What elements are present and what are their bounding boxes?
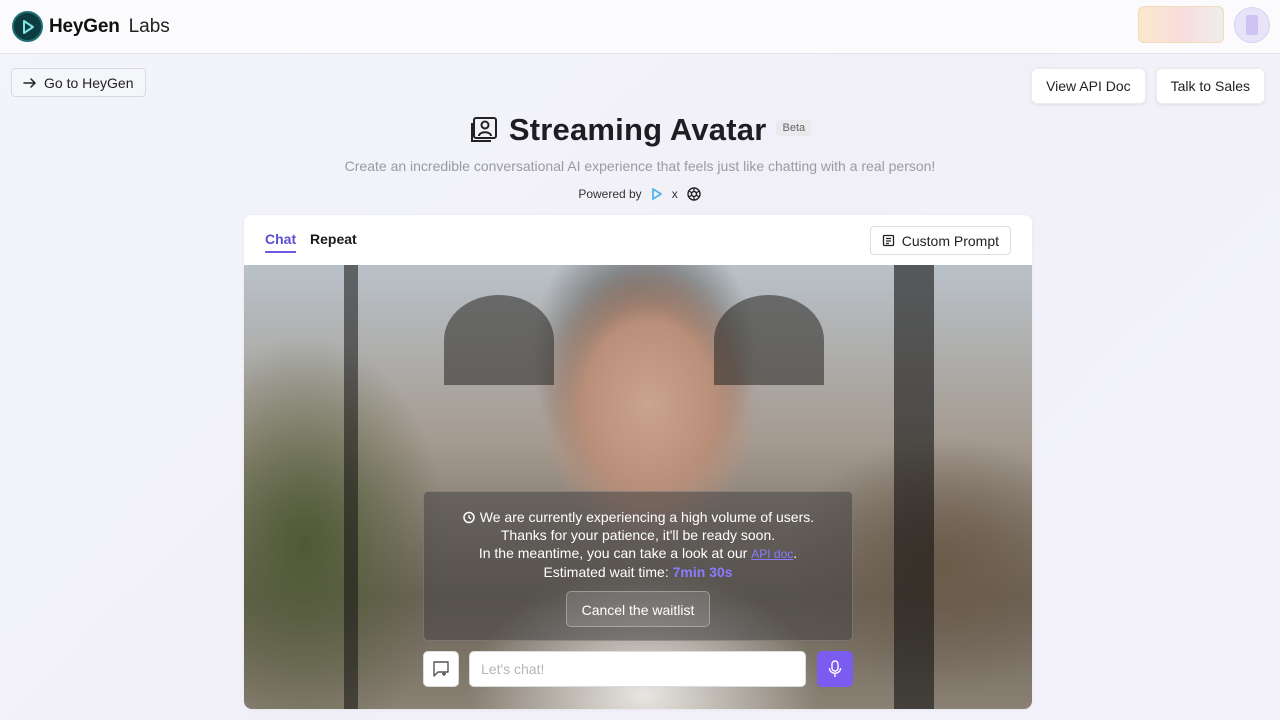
chat-input[interactable] [469,651,806,687]
powered-by: Powered by x [0,186,1280,202]
times-label: x [671,187,678,201]
microphone-button[interactable] [817,651,853,687]
streaming-card: Chat Repeat Custom Prompt We are current… [244,215,1032,709]
waitlist-line-1-text: We are currently experiencing a high vol… [479,509,815,525]
talk-to-sales-button[interactable]: Talk to Sales [1155,68,1265,104]
custom-prompt-label: Custom Prompt [901,232,999,249]
user-avatar-image [1246,14,1258,35]
api-doc-link[interactable]: API doc [751,547,793,561]
tab-repeat[interactable]: Repeat [310,231,357,247]
new-chat-button[interactable] [423,651,459,687]
alarm-icon [463,511,475,524]
beta-badge: Beta [776,120,812,136]
go-to-heygen-label: Go to HeyGen [44,74,134,91]
waitlist-line-3-post: . [793,545,798,561]
openai-icon [686,187,701,201]
user-avatar[interactable] [1234,6,1270,43]
heygen-mini-icon [651,188,662,200]
credits-pill[interactable] [1138,6,1224,43]
wait-time-value: 7min 30s [672,564,733,580]
card-header: Chat Repeat Custom Prompt [244,215,1032,265]
wait-time-line: Estimated wait time: 7min 30s [424,563,852,581]
powered-by-label: Powered by [578,187,642,201]
top-bar: HeyGen Labs [0,0,1280,54]
page-title: Streaming Avatar [508,112,767,147]
chat-controls [423,651,853,687]
go-to-heygen-button[interactable]: Go to HeyGen [11,68,146,97]
page-subtitle: Create an incredible conversational AI e… [344,158,936,174]
background-pillar [344,265,358,709]
wait-time-label: Estimated wait time: [543,564,673,580]
waitlist-panel: We are currently experiencing a high vol… [423,491,853,641]
waitlist-line-3-pre: In the meantime, you can take a look at … [478,545,752,561]
arrow-right-icon [23,77,37,88]
heygen-play-icon [12,11,43,42]
background-arch [444,295,554,385]
heygen-logo[interactable]: HeyGen Labs [12,11,170,42]
waitlist-line-3: In the meantime, you can take a look at … [424,544,852,563]
brand-suffix: Labs [128,15,170,37]
chat-add-icon [433,661,449,677]
background-pillar [894,265,934,709]
view-api-doc-button[interactable]: View API Doc [1031,68,1146,104]
page-heading: Streaming Avatar Beta [0,112,1280,148]
document-icon [882,234,894,247]
brand-name: HeyGen [49,15,120,37]
avatar-card-icon [470,117,497,142]
microphone-icon [828,660,842,677]
waitlist-line-1: We are currently experiencing a high vol… [424,508,852,526]
background-arch [714,295,824,385]
tab-chat[interactable]: Chat [265,231,297,253]
waitlist-line-2: Thanks for your patience, it'll be ready… [500,527,776,543]
cancel-waitlist-button[interactable]: Cancel the waitlist [565,591,711,627]
custom-prompt-button[interactable]: Custom Prompt [869,226,1011,255]
avatar-video: We are currently experiencing a high vol… [244,265,1032,709]
